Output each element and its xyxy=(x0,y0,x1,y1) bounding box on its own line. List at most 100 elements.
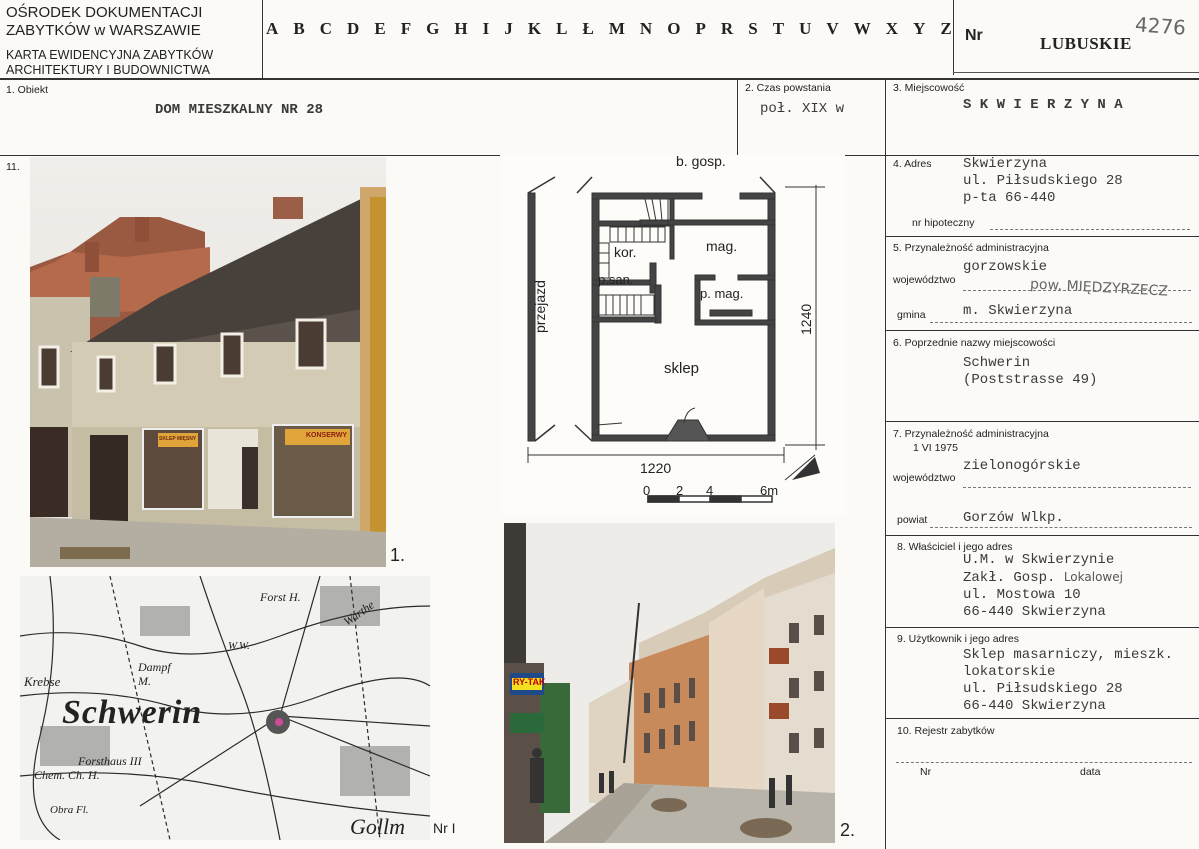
adres-value: Skwierzyna ul. Piłsudskiego 28 p-ta 66-4… xyxy=(963,156,1123,207)
map-label-forsthaus: Forsthaus III xyxy=(78,754,142,768)
map-label-dampf: Dampf M. xyxy=(138,660,171,688)
index-letter: T xyxy=(772,19,785,38)
plan-label-b-gosp: b. gosp. xyxy=(676,153,726,169)
street-shop-sign: RY-TAK xyxy=(513,677,546,687)
index-letter: X xyxy=(885,19,899,38)
obiekt-label: 1. Obiekt xyxy=(6,84,49,96)
index-letter: V xyxy=(826,19,839,38)
index-letter: L xyxy=(556,19,568,38)
wojewodztwo-value: gorzowskie xyxy=(963,259,1048,275)
floor-plan: b. gosp. kor. mag. p.san. p. mag. sklep … xyxy=(500,153,845,515)
wlasciciel-line: Zakł. Gosp. Lokalowej xyxy=(963,569,1123,587)
czas-value: poł. XIX w xyxy=(760,101,845,117)
photo-house-facade: SKLEP MIĘSNY KONSERWY xyxy=(30,157,386,567)
index-letter: J xyxy=(504,19,513,38)
adres-label: 4. Adres xyxy=(893,158,932,170)
index-letter: R xyxy=(720,19,734,38)
org-name-line2: ZABYTKÓW w WARSZAWIE xyxy=(6,22,201,39)
map-label-ww: W.W. xyxy=(228,640,250,652)
index-letter: Z xyxy=(940,19,952,38)
plan-label-p-mag: p. mag. xyxy=(700,286,744,301)
poprzednie-label: 6. Poprzednie nazwy miejscowości xyxy=(893,337,1056,349)
scale-label-2: 2 xyxy=(676,483,684,498)
index-letter: Y xyxy=(913,19,926,38)
card-number-handwritten: 4276 xyxy=(1134,12,1187,40)
index-letter: Ł xyxy=(582,19,594,38)
scale-label-4: 4 xyxy=(706,483,714,498)
gmina-value: m. Skwierzyna xyxy=(963,303,1073,319)
map-label-forst: Forst H. xyxy=(260,590,301,604)
scale-label-6m: 6m xyxy=(760,483,779,498)
photo-1-number: 1. xyxy=(390,545,406,565)
alphabet-index: ABCDEFGHIJKLŁMNOPRSTUVWXYZ xyxy=(266,16,952,42)
uzytkownik-line: 66-440 Skwierzyna xyxy=(963,698,1106,714)
index-letter: N xyxy=(639,19,653,38)
rejestr-label: 10. Rejestr zabytków xyxy=(897,725,995,737)
index-letter: M xyxy=(608,19,625,38)
index-letter: C xyxy=(319,19,332,38)
plan-dimension-depth: 1240 xyxy=(798,303,814,335)
uzytkownik-value: Sklep masarniczy, mieszk. lokatorskie ul… xyxy=(963,647,1173,715)
miejscowosc-value: S K W I E R Z Y N A xyxy=(963,97,1123,113)
wlasciciel-handwritten: Lokalowej xyxy=(1063,570,1123,584)
wojewodztwo-label: województwo xyxy=(893,274,956,286)
rejestr-nr-label: Nr xyxy=(920,766,932,778)
uzytkownik-label: 9. Użytkownik i jego adres xyxy=(897,633,1019,645)
czas-label: 2. Czas powstania xyxy=(745,82,831,94)
map-label-gollm: Gollm xyxy=(350,814,405,839)
hipoteczny-label: nr hipoteczny xyxy=(912,217,975,229)
uzytkownik-line: lokatorskie xyxy=(963,664,1056,680)
index-letter: B xyxy=(293,19,305,38)
plan-dimension-width: 1220 xyxy=(640,460,672,476)
plan-label-sklep: sklep xyxy=(664,360,700,377)
index-letter: P xyxy=(695,19,706,38)
index-letter: S xyxy=(748,19,758,38)
index-letter: W xyxy=(853,19,871,38)
gmina-label: gmina xyxy=(897,309,926,321)
przynaleznosc-label: 5. Przynależność administracyjna xyxy=(893,242,1049,254)
plan-label-p-san: p.san. xyxy=(598,272,634,287)
plan-label-kor: kor. xyxy=(614,244,637,260)
map-label-chem: Chem. Ch. H. xyxy=(34,768,100,782)
adres-line: p-ta 66-440 xyxy=(963,190,1056,206)
wlasciciel-line: 66-440 Skwierzyna xyxy=(963,604,1106,620)
index-letter: U xyxy=(799,19,812,38)
powiat-value: Gorzów Wlkp. xyxy=(963,510,1064,526)
date-1975: 1 VI 1975 xyxy=(913,442,958,454)
region-name: LUBUSKIE xyxy=(1040,34,1132,53)
card-type-line1: KARTA EWIDENCYJNA ZABYTKÓW xyxy=(6,48,214,62)
adres-line: ul. Piłsudskiego 28 xyxy=(963,173,1123,189)
index-letter: D xyxy=(347,19,360,38)
poprzednie-line: Schwerin xyxy=(963,355,1031,371)
plan-label-przejazd: przejazd xyxy=(532,280,548,333)
poprzednie-line: (Poststrasse 49) xyxy=(963,372,1098,388)
wojewodztwo-1975-label: województwo xyxy=(893,472,956,484)
historic-map: Schwerin Forst H. Warthe W.W. Dampf M. K… xyxy=(20,576,430,840)
header-org: OŚRODEK DOKUMENTACJI ZABYTKÓW w WARSZAWI… xyxy=(6,4,256,78)
index-letter: I xyxy=(482,19,490,38)
photo-street-view: RY-TAK xyxy=(504,523,835,843)
index-letter: G xyxy=(426,19,440,38)
map-label-krebse: Krebse xyxy=(24,674,61,689)
org-name-line1: OŚRODEK DOKUMENTACJI xyxy=(6,4,203,21)
przynaleznosc-1975-label: 7. Przynależność administracyjna xyxy=(893,428,1049,440)
index-letter: F xyxy=(400,19,412,38)
powiat-handwritten: pow. MIĘDZYRZECZ xyxy=(1029,276,1169,300)
powiat-label: powiat xyxy=(897,514,928,526)
index-letter: H xyxy=(454,19,468,38)
uzytkownik-line: ul. Piłsudskiego 28 xyxy=(963,681,1123,697)
section-11-label: 11. xyxy=(6,161,20,173)
shop-sign-left: SKLEP MIĘSNY xyxy=(159,436,197,442)
poprzednie-value: Schwerin (Poststrasse 49) xyxy=(963,355,1097,389)
rejestr-data-label: data xyxy=(1080,766,1101,778)
index-letter: O xyxy=(667,19,681,38)
nr-label: Nr xyxy=(965,27,983,44)
uzytkownik-line: Sklep masarniczy, mieszk. xyxy=(963,647,1174,663)
obiekt-value: DOM MIESZKALNY NR 28 xyxy=(155,102,324,118)
index-letter: A xyxy=(266,19,279,38)
wlasciciel-line-text: Zakł. Gosp. xyxy=(963,570,1056,586)
map-number: Nr I xyxy=(433,820,456,836)
wojewodztwo-1975-value: zielonogórskie xyxy=(963,458,1081,474)
index-letter: K xyxy=(527,19,542,38)
scale-label-0: 0 xyxy=(643,483,651,498)
